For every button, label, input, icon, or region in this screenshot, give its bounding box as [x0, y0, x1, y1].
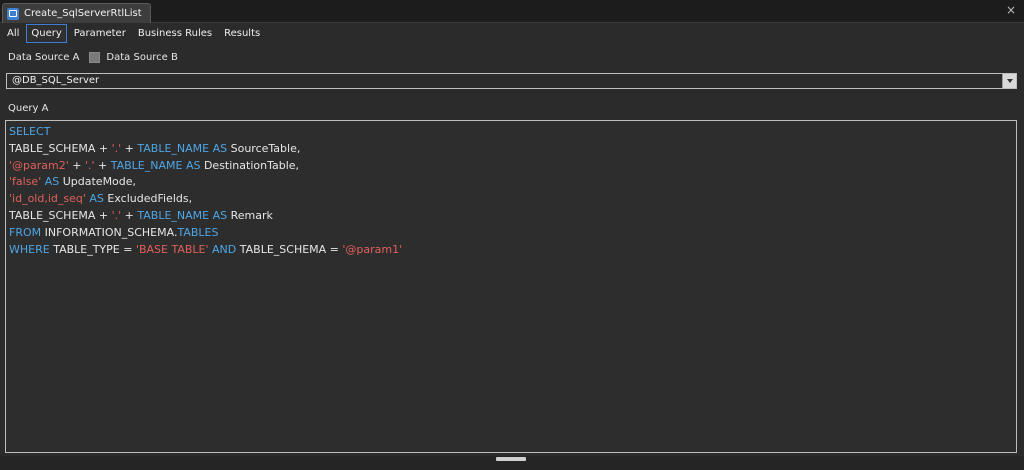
document-tab-label: Create_SqlServerRtlList: [24, 8, 142, 19]
data-source-a-label[interactable]: Data Source A: [8, 52, 79, 63]
data-source-b-checkbox[interactable]: [89, 52, 101, 63]
sql-string: '.': [111, 208, 122, 222]
sql-string: '.': [111, 141, 122, 155]
sql-identifier: TABLE_SCHEMA +: [9, 208, 112, 222]
query-label: Query A: [8, 103, 49, 114]
query-editor[interactable]: SELECT TABLE_SCHEMA + '.' + TABLE_NAME AS…: [5, 120, 1017, 453]
data-source-row: Data Source A Data Source B: [8, 52, 178, 63]
sql-keyword: TABLE_NAME AS: [137, 208, 228, 222]
sql-keyword: FROM: [9, 225, 42, 239]
sql-keyword: AND: [208, 242, 237, 256]
code-line: WHERE TABLE_TYPE = 'BASE TABLE' AND TABL…: [9, 242, 402, 259]
code-line: TABLE_SCHEMA + '.' + TABLE_NAME AS Remar…: [9, 208, 402, 225]
document-tab[interactable]: Create_SqlServerRtlList: [2, 3, 151, 23]
sql-identifier: UpdateMode,: [59, 175, 137, 189]
data-source-b-label[interactable]: Data Source B: [106, 52, 177, 63]
sql-string: 'false': [9, 175, 42, 189]
code-line: SELECT: [9, 124, 402, 141]
sql-identifier: +: [121, 141, 138, 155]
sql-keyword: SELECT: [9, 125, 51, 138]
sql-identifier: ExcludedFields,: [103, 192, 193, 206]
sql-identifier: +: [121, 208, 138, 222]
sql-keyword: TABLE_NAME AS: [110, 158, 201, 172]
sql-keyword: TABLE_NAME AS: [137, 141, 228, 155]
sql-identifier: INFORMATION_SCHEMA.: [41, 225, 178, 239]
sql-string: 'BASE TABLE': [135, 242, 209, 256]
tab-parameter[interactable]: Parameter: [69, 24, 131, 43]
sql-string: 'id_old,id_seq': [9, 192, 86, 206]
sql-keyword: AS: [85, 192, 104, 206]
title-bar: Create_SqlServerRtlList ×: [0, 0, 1024, 23]
subtab-bar: All Query Parameter Business Rules Resul…: [0, 23, 1024, 43]
sql-identifier: TABLE_SCHEMA =: [236, 242, 343, 256]
sql-identifier: +: [94, 158, 111, 172]
data-source-select-value: @DB_SQL_Server: [12, 75, 100, 86]
sql-identifier: TABLE_TYPE =: [49, 242, 136, 256]
dropdown-button[interactable]: [1002, 74, 1016, 88]
splitter-bar[interactable]: [0, 456, 1024, 470]
sql-identifier: DestinationTable,: [200, 158, 300, 172]
code-line: '@param2' + '.' + TABLE_NAME AS Destinat…: [9, 158, 402, 175]
sql-keyword: AS: [41, 175, 60, 189]
query-code[interactable]: SELECT TABLE_SCHEMA + '.' + TABLE_NAME AS…: [9, 124, 402, 258]
sql-string: '@param1': [342, 242, 403, 256]
tab-business-rules[interactable]: Business Rules: [133, 24, 217, 43]
close-icon[interactable]: ×: [1004, 3, 1018, 17]
database-window-icon: [7, 7, 19, 20]
code-line: TABLE_SCHEMA + '.' + TABLE_NAME AS Sourc…: [9, 141, 402, 158]
chevron-down-icon: [1006, 79, 1013, 83]
sql-identifier: SourceTable,: [227, 141, 301, 155]
code-line: 'false' AS UpdateMode,: [9, 174, 402, 191]
sql-keyword: WHERE: [9, 242, 50, 256]
sql-string: '.': [84, 158, 95, 172]
splitter-grip-icon[interactable]: [496, 457, 526, 461]
sql-identifier: +: [68, 158, 85, 172]
sql-string: '@param2': [9, 158, 69, 172]
code-line: FROM INFORMATION_SCHEMA.TABLES: [9, 225, 402, 242]
code-line: 'id_old,id_seq' AS ExcludedFields,: [9, 191, 402, 208]
tab-all[interactable]: All: [2, 24, 24, 43]
sql-keyword: TABLES: [177, 225, 219, 239]
tab-results[interactable]: Results: [219, 24, 265, 43]
sql-identifier: Remark: [227, 208, 273, 222]
data-source-select[interactable]: @DB_SQL_Server: [6, 73, 1017, 89]
tab-query[interactable]: Query: [26, 23, 67, 43]
sql-identifier: TABLE_SCHEMA +: [9, 141, 112, 155]
